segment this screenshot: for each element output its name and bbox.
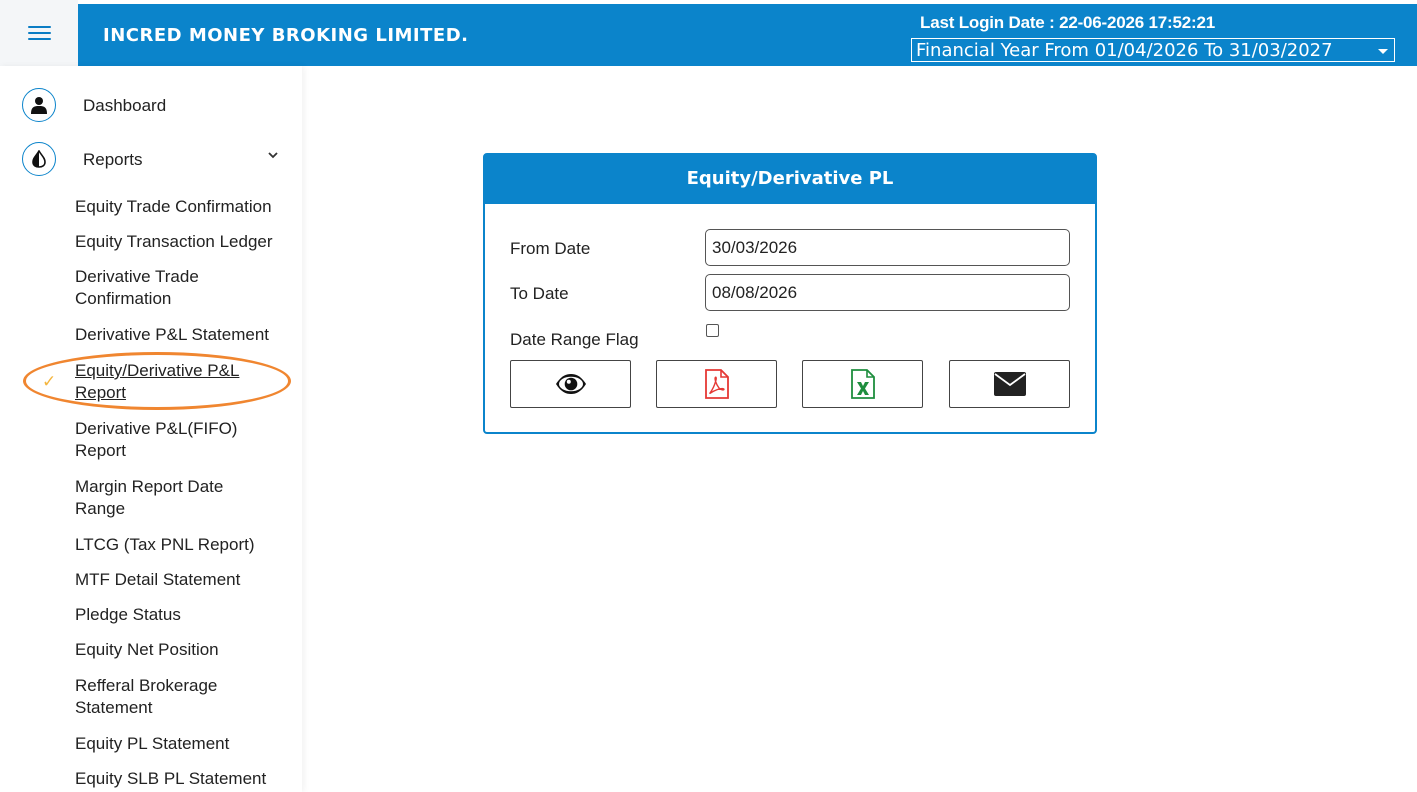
view-button[interactable] [510,360,631,408]
from-date-label: From Date [510,239,591,258]
excel-icon [850,369,875,399]
report-equity-transaction-ledger[interactable]: Equity Transaction Ledger [75,231,290,253]
report-refferal-brokerage-statement[interactable]: Refferal Brokerage Statement [75,675,235,719]
sidebar-item-reports[interactable]: Reports [22,142,292,178]
contrast-icon [22,142,56,176]
equity-derivative-pl-form: Equity/Derivative PL From Date To Date D… [483,153,1097,434]
envelope-icon [993,372,1026,396]
sidebar-item-label: Reports [83,150,143,169]
email-button[interactable] [949,360,1070,408]
report-pledge-status[interactable]: Pledge Status [75,604,290,626]
pdf-icon [704,369,729,399]
form-title: Equity/Derivative PL [485,155,1095,204]
caret-down-icon [1378,49,1388,54]
report-equity-net-position[interactable]: Equity Net Position [75,639,290,661]
report-derivative-pl-statement[interactable]: Derivative P&L Statement [75,324,290,346]
pdf-button[interactable] [656,360,777,408]
from-date-input[interactable] [705,229,1070,266]
last-login-date: Last Login Date : 22-06-2026 17:52:21 [920,13,1215,32]
sidebar-item-dashboard[interactable]: Dashboard [22,88,292,124]
hamburger-icon [27,25,51,41]
report-equity-trade-confirmation[interactable]: Equity Trade Confirmation [75,196,290,218]
top-bar: INCRED MONEY BROKING LIMITED. Last Login… [0,0,1417,66]
user-icon [22,88,56,122]
header-banner: INCRED MONEY BROKING LIMITED. Last Login… [78,4,1417,66]
check-icon: ✓ [42,372,57,391]
date-range-flag-checkbox[interactable] [706,324,719,337]
chevron-down-icon[interactable] [268,146,278,162]
excel-button[interactable] [802,360,923,408]
to-date-input[interactable] [705,274,1070,311]
financial-year-select[interactable]: Financial Year From 01/04/2026 To 31/03/… [911,38,1395,62]
financial-year-value: Financial Year From 01/04/2026 To 31/03/… [916,40,1333,61]
eye-icon [555,374,586,394]
report-derivative-trade-confirmation[interactable]: Derivative Trade Confirmation [75,266,235,310]
report-equity-derivative-pl-report[interactable]: Equity/Derivative P&L Report [75,360,255,404]
report-derivative-pl-fifo-report[interactable]: Derivative P&L(FIFO) Report [75,418,255,462]
report-equity-pl-statement[interactable]: Equity PL Statement [75,733,290,755]
report-mtf-detail-statement[interactable]: MTF Detail Statement [75,569,290,591]
sidebar-item-label: Dashboard [83,96,167,115]
menu-toggle-button[interactable] [0,0,78,66]
date-range-flag-label: Date Range Flag [510,330,639,349]
report-ltcg-tax-pnl[interactable]: LTCG (Tax PNL Report) [75,534,290,556]
report-equity-slb-pl-statement[interactable]: Equity SLB PL Statement [75,768,290,790]
to-date-label: To Date [510,284,569,303]
sidebar: Dashboard Reports Equity Trade Confirmat… [0,66,302,792]
report-margin-date-range[interactable]: Margin Report Date Range [75,476,235,520]
company-name: INCRED MONEY BROKING LIMITED. [103,25,469,46]
